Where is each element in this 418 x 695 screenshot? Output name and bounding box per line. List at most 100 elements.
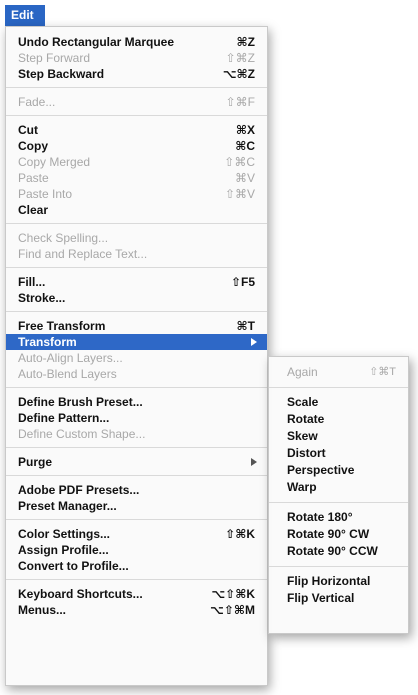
menu-separator (6, 223, 267, 224)
menu-item-shortcut: ⌘Z (236, 35, 255, 49)
submenu-item-label: Rotate 90° CW (287, 527, 370, 541)
menu-item-convert-to-profile[interactable]: Convert to Profile... (6, 558, 267, 574)
menu-item-step-backward[interactable]: Step Backward ⌥⌘Z (6, 66, 267, 82)
menu-item-assign-profile[interactable]: Assign Profile... (6, 542, 267, 558)
submenu-item-rotate-90-cw[interactable]: Rotate 90° CW (269, 526, 408, 543)
menu-group: Fill... ⇧F5 Stroke... (6, 274, 267, 306)
menu-group: Fade... ⇧⌘F (6, 94, 267, 110)
menu-item-shortcut: ⌥⇧⌘M (209, 603, 255, 617)
menu-item-label: Fill... (18, 275, 46, 289)
submenu-item-scale[interactable]: Scale (269, 394, 408, 411)
submenu-item-label: Perspective (287, 463, 355, 477)
menu-group: Free Transform ⌘T Transform Auto-Align Laye… (6, 318, 267, 382)
menu-item-label: Check Spelling... (18, 231, 109, 245)
menu-item-label: Cut (18, 123, 38, 137)
submenu-item-label: Again (287, 365, 318, 379)
menu-group: Cut ⌘X Copy ⌘C Copy Merged ⇧⌘C Paste ⌘V Paste In… (6, 122, 267, 218)
submenu-item-label: Skew (287, 429, 318, 443)
menu-item-paste-into: Paste Into ⇧⌘V (6, 186, 267, 202)
menu-item-label: Color Settings... (18, 527, 111, 541)
menu-item-label: Undo Rectangular Marquee (18, 35, 175, 49)
submenu-item-rotate-90-ccw[interactable]: Rotate 90° CCW (269, 543, 408, 560)
menu-item-define-brush-preset[interactable]: Define Brush Preset... (6, 394, 267, 410)
menu-item-label: Copy Merged (18, 155, 91, 169)
menu-item-label: Copy (18, 139, 48, 153)
menu-group: Purge (6, 454, 267, 470)
submenu-item-rotate[interactable]: Rotate (269, 411, 408, 428)
menu-separator (6, 475, 267, 476)
submenu-item-distort[interactable]: Distort (269, 445, 408, 462)
menu-item-fill[interactable]: Fill... ⇧F5 (6, 274, 267, 290)
menu-item-stroke[interactable]: Stroke... (6, 290, 267, 306)
menu-item-define-pattern[interactable]: Define Pattern... (6, 410, 267, 426)
submenu-item-shortcut: ⇧⌘T (369, 366, 396, 378)
submenu-arrow-icon (251, 338, 257, 346)
menu-item-label: Define Pattern... (18, 411, 110, 425)
submenu-arrow-icon (251, 458, 257, 466)
menu-item-fade: Fade... ⇧⌘F (6, 94, 267, 110)
submenu-item-label: Rotate 180° (287, 510, 353, 524)
menu-item-label: Auto-Blend Layers (18, 367, 117, 381)
menu-item-clear[interactable]: Clear (6, 202, 267, 218)
menu-item-label: Preset Manager... (18, 499, 117, 513)
submenu-item-rotate-180[interactable]: Rotate 180° (269, 509, 408, 526)
menu-item-label: Paste Into (18, 187, 73, 201)
menu-item-copy[interactable]: Copy ⌘C (6, 138, 267, 154)
menu-item-transform[interactable]: Transform (6, 334, 267, 350)
menu-item-color-settings[interactable]: Color Settings... ⇧⌘K (6, 526, 267, 542)
submenu-item-perspective[interactable]: Perspective (269, 462, 408, 479)
menu-item-auto-align-layers: Auto-Align Layers... (6, 350, 267, 366)
menu-item-find-and-replace-text: Find and Replace Text... (6, 246, 267, 262)
menu-item-shortcut: ⌘T (236, 319, 255, 333)
menu-item-preset-manager[interactable]: Preset Manager... (6, 498, 267, 514)
menu-item-keyboard-shortcuts[interactable]: Keyboard Shortcuts... ⌥⇧⌘K (6, 586, 267, 602)
menu-item-step-forward: Step Forward ⇧⌘Z (6, 50, 267, 66)
menu-item-menus[interactable]: Menus... ⌥⇧⌘M (6, 602, 267, 618)
menu-group: Check Spelling... Find and Replace Text..… (6, 230, 267, 262)
menu-item-label: Define Brush Preset... (18, 395, 143, 409)
menu-group: Define Brush Preset... Define Pattern... D… (6, 394, 267, 442)
menu-separator (6, 311, 267, 312)
menu-item-copy-merged: Copy Merged ⇧⌘C (6, 154, 267, 170)
menu-item-cut[interactable]: Cut ⌘X (6, 122, 267, 138)
menu-item-label: Purge (18, 455, 53, 469)
menu-item-adobe-pdf-presets[interactable]: Adobe PDF Presets... (6, 482, 267, 498)
submenu-separator (269, 502, 408, 503)
menu-item-shortcut: ⇧⌘F (225, 95, 255, 109)
menu-item-label: Clear (18, 203, 49, 217)
menu-separator (6, 87, 267, 88)
menu-item-label: Auto-Align Layers... (18, 351, 123, 365)
menu-item-shortcut: ⇧F5 (230, 275, 255, 289)
menu-item-label: Find and Replace Text... (18, 247, 148, 261)
menu-item-paste: Paste ⌘V (6, 170, 267, 186)
menu-item-shortcut: ⌘C (235, 139, 255, 153)
menu-item-shortcut: ⌥⌘Z (222, 67, 255, 81)
submenu-item-flip-horizontal[interactable]: Flip Horizontal (269, 573, 408, 590)
menu-item-label: Step Backward (18, 67, 105, 81)
menu-item-label: Stroke... (18, 291, 66, 305)
menu-item-shortcut: ⇧⌘K (225, 527, 255, 541)
menu-item-label: Convert to Profile... (18, 559, 129, 573)
submenu-item-label: Rotate 90° CCW (287, 544, 378, 558)
menu-item-label: Transform (18, 335, 77, 349)
menu-item-undo-rectangular-marquee[interactable]: Undo Rectangular Marquee ⌘Z (6, 34, 267, 50)
menu-item-check-spelling: Check Spelling... (6, 230, 267, 246)
menu-separator (6, 579, 267, 580)
menu-item-shortcut: ⌘X (235, 123, 255, 137)
edit-menu-title[interactable]: Edit (5, 5, 45, 26)
submenu-item-label: Rotate (287, 412, 325, 426)
menu-group: Color Settings... ⇧⌘K Assign Profile... Con… (6, 526, 267, 574)
menu-item-define-custom-shape: Define Custom Shape... (6, 426, 267, 442)
submenu-item-warp[interactable]: Warp (269, 479, 408, 496)
menu-item-shortcut: ⌘V (234, 171, 255, 185)
submenu-separator (269, 566, 408, 567)
menu-item-shortcut: ⌥⇧⌘K (211, 587, 255, 601)
menu-item-purge[interactable]: Purge (6, 454, 267, 470)
menu-item-free-transform[interactable]: Free Transform ⌘T (6, 318, 267, 334)
menu-separator (6, 115, 267, 116)
submenu-item-skew[interactable]: Skew (269, 428, 408, 445)
menu-separator (6, 267, 267, 268)
menu-item-label: Adobe PDF Presets... (18, 483, 140, 497)
menu-group: Adobe PDF Presets... Preset Manager... (6, 482, 267, 514)
submenu-item-flip-vertical[interactable]: Flip Vertical (269, 590, 408, 607)
